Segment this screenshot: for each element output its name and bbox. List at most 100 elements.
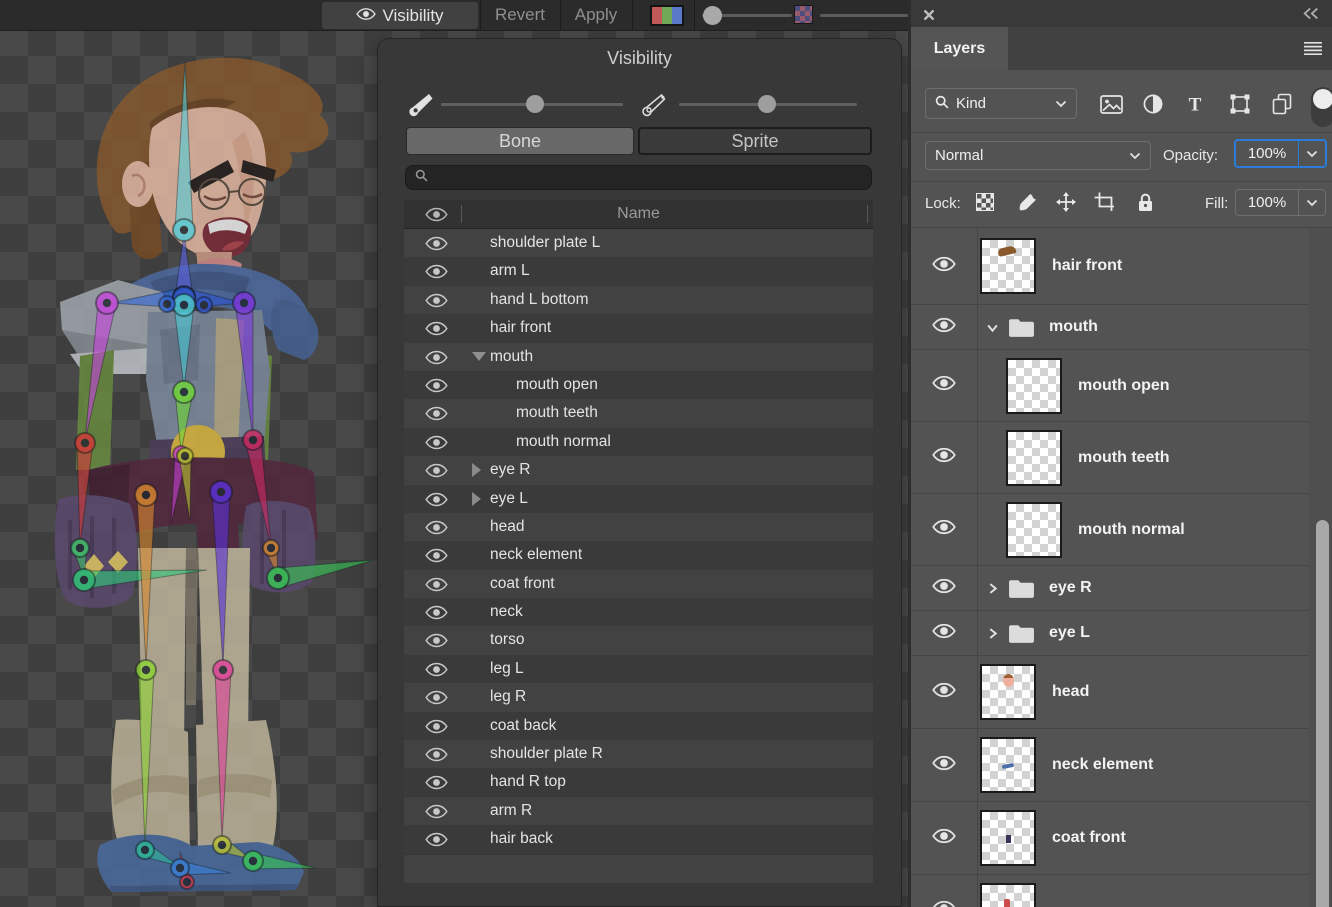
collapse-panel-icon[interactable] bbox=[1302, 7, 1320, 25]
visibility-eye-toggle[interactable] bbox=[425, 264, 448, 284]
empty-list-row[interactable] bbox=[404, 855, 873, 883]
layer-row[interactable] bbox=[911, 875, 1309, 907]
filter-type-layers-icon[interactable]: T bbox=[1182, 91, 1208, 117]
layer-visibility-toggle[interactable] bbox=[932, 900, 956, 907]
layer-visibility-toggle[interactable] bbox=[932, 375, 956, 396]
visibility-toggle-button[interactable]: Visibility bbox=[322, 2, 478, 29]
tab-sprite[interactable]: Sprite bbox=[638, 127, 872, 155]
visibility-eye-toggle[interactable] bbox=[425, 662, 448, 682]
layer-row[interactable]: neck element bbox=[911, 729, 1309, 802]
visibility-eye-toggle[interactable] bbox=[425, 775, 448, 795]
fill-value[interactable]: 100% bbox=[1236, 190, 1298, 215]
bone-visibility-row[interactable]: neck element bbox=[404, 541, 873, 569]
visibility-eye-toggle[interactable] bbox=[425, 492, 448, 512]
layer-visibility-toggle[interactable] bbox=[932, 256, 956, 277]
opacity-value[interactable]: 100% bbox=[1236, 141, 1298, 166]
layer-visibility-toggle[interactable] bbox=[932, 519, 956, 540]
bone-visibility-row[interactable]: leg R bbox=[404, 683, 873, 711]
visibility-eye-toggle[interactable] bbox=[425, 378, 448, 398]
visibility-eye-toggle[interactable] bbox=[425, 719, 448, 739]
group-expander-icon[interactable] bbox=[986, 321, 1000, 334]
visibility-eye-toggle[interactable] bbox=[425, 577, 448, 597]
layer-thumbnail[interactable] bbox=[1006, 358, 1062, 414]
layer-thumbnail[interactable] bbox=[1006, 502, 1062, 558]
layer-row[interactable]: hair front bbox=[911, 228, 1309, 305]
bone-visibility-row[interactable]: shoulder plate R bbox=[404, 740, 873, 768]
group-expander-icon[interactable] bbox=[986, 582, 1000, 595]
layer-thumbnail[interactable] bbox=[980, 737, 1036, 793]
layer-visibility-toggle[interactable] bbox=[932, 447, 956, 468]
layer-row[interactable]: mouth normal bbox=[911, 494, 1309, 566]
layer-row[interactable]: mouth teeth bbox=[911, 422, 1309, 494]
filter-adjustment-layers-icon[interactable] bbox=[1140, 91, 1166, 117]
bone-visibility-row[interactable]: mouth open bbox=[404, 371, 873, 399]
filtering-toggle[interactable] bbox=[1311, 87, 1332, 127]
bone-visibility-row[interactable]: hair back bbox=[404, 825, 873, 853]
layer-thumbnail[interactable] bbox=[980, 883, 1036, 907]
bone-visibility-row[interactable]: mouth bbox=[404, 343, 873, 371]
bone-opacity-handle[interactable] bbox=[526, 95, 544, 113]
layer-visibility-toggle[interactable] bbox=[932, 317, 956, 338]
bone-visibility-row[interactable]: mouth teeth bbox=[404, 399, 873, 427]
filter-pixel-layers-icon[interactable] bbox=[1098, 91, 1124, 117]
visibility-eye-toggle[interactable] bbox=[425, 321, 448, 341]
bone-visibility-row[interactable]: leg L bbox=[404, 655, 873, 683]
filter-shape-layers-icon[interactable] bbox=[1227, 91, 1253, 117]
chevron-down-icon[interactable] bbox=[1298, 141, 1325, 166]
layer-group-row[interactable]: eye R bbox=[911, 566, 1309, 611]
layer-visibility-toggle[interactable] bbox=[932, 755, 956, 776]
tab-layers[interactable]: Layers bbox=[911, 27, 1008, 70]
lock-image-pixels-icon[interactable] bbox=[1015, 190, 1039, 214]
lock-transparent-pixels-icon[interactable] bbox=[973, 190, 997, 214]
apply-button[interactable]: Apply bbox=[563, 0, 629, 30]
layer-row[interactable]: coat front bbox=[911, 802, 1309, 875]
layer-thumbnail[interactable] bbox=[980, 238, 1036, 294]
search-input[interactable] bbox=[434, 170, 871, 186]
bone-color-swatch[interactable] bbox=[650, 5, 684, 26]
expander-icon[interactable] bbox=[472, 492, 481, 506]
search-field[interactable] bbox=[405, 165, 872, 190]
visibility-eye-toggle[interactable] bbox=[425, 605, 448, 625]
expander-icon[interactable] bbox=[472, 463, 481, 477]
bone-visibility-row[interactable]: eye L bbox=[404, 485, 873, 513]
toolbar-sprite-opacity-handle[interactable] bbox=[794, 5, 813, 24]
bone-visibility-row[interactable]: mouth normal bbox=[404, 428, 873, 456]
tab-bone[interactable]: Bone bbox=[406, 127, 634, 155]
panel-menu-icon[interactable] bbox=[1303, 41, 1323, 61]
visibility-eye-toggle[interactable] bbox=[425, 804, 448, 824]
layer-thumbnail[interactable] bbox=[980, 664, 1036, 720]
group-expander-icon[interactable] bbox=[986, 627, 1000, 640]
expander-icon[interactable] bbox=[472, 352, 486, 361]
bone-visibility-row[interactable]: hair front bbox=[404, 314, 873, 342]
bone-visibility-row[interactable]: shoulder plate L bbox=[404, 229, 873, 257]
layer-thumbnail[interactable] bbox=[980, 810, 1036, 866]
lock-all-icon[interactable] bbox=[1133, 190, 1157, 214]
visibility-eye-toggle[interactable] bbox=[425, 690, 448, 710]
visibility-eye-toggle[interactable] bbox=[425, 520, 448, 540]
bone-visibility-row[interactable]: neck bbox=[404, 598, 873, 626]
layer-row[interactable]: head bbox=[911, 656, 1309, 729]
revert-button[interactable]: Revert bbox=[482, 0, 558, 30]
lock-artboard-icon[interactable] bbox=[1092, 190, 1116, 214]
chevron-down-icon[interactable] bbox=[1298, 190, 1325, 215]
toolbar-sprite-opacity-slider[interactable] bbox=[820, 14, 908, 17]
layer-visibility-toggle[interactable] bbox=[932, 682, 956, 703]
layer-thumbnail[interactable] bbox=[1006, 430, 1062, 486]
blend-mode-dropdown[interactable]: Normal bbox=[925, 141, 1151, 170]
toolbar-bone-opacity-handle[interactable] bbox=[703, 6, 722, 25]
bone-visibility-row[interactable]: hand L bottom bbox=[404, 286, 873, 314]
visibility-eye-toggle[interactable] bbox=[425, 293, 448, 313]
layer-visibility-toggle[interactable] bbox=[932, 623, 956, 644]
bone-visibility-row[interactable]: hand R top bbox=[404, 768, 873, 796]
visibility-eye-toggle[interactable] bbox=[425, 832, 448, 852]
fill-input[interactable]: 100% bbox=[1235, 189, 1326, 216]
opacity-input[interactable]: 100% bbox=[1234, 139, 1327, 168]
visibility-eye-toggle[interactable] bbox=[425, 548, 448, 568]
visibility-eye-toggle[interactable] bbox=[425, 406, 448, 426]
layers-scrollbar[interactable] bbox=[1316, 520, 1329, 907]
close-icon[interactable] bbox=[923, 8, 935, 26]
visibility-eye-toggle[interactable] bbox=[425, 350, 448, 370]
bone-visibility-row[interactable]: arm R bbox=[404, 797, 873, 825]
filter-smart-objects-icon[interactable] bbox=[1269, 91, 1295, 117]
layer-group-row[interactable]: eye L bbox=[911, 611, 1309, 656]
